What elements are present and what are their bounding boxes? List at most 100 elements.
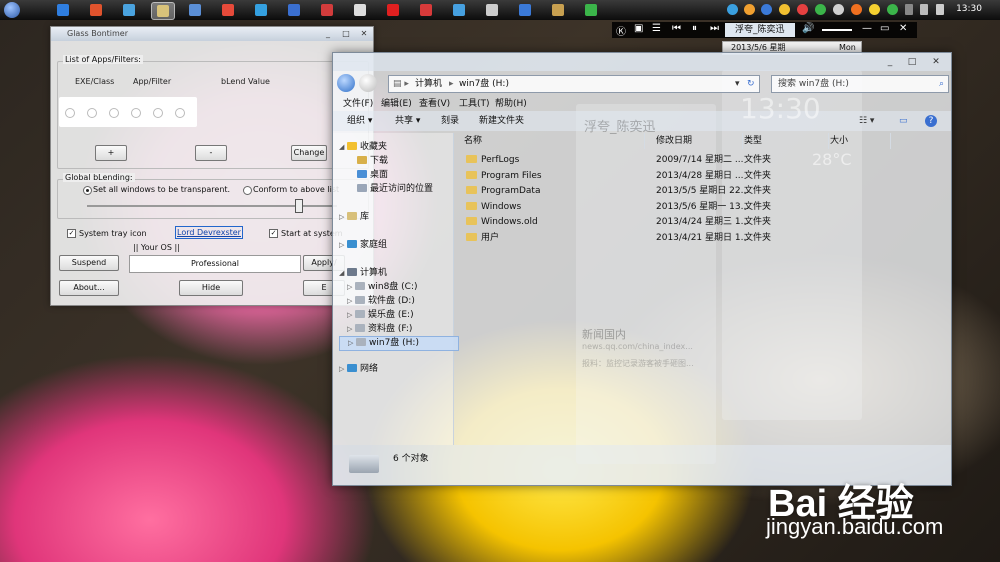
player-logo-icon[interactable]: Ⓚ bbox=[616, 23, 626, 38]
tray-qq-icon[interactable] bbox=[727, 4, 738, 15]
start-button[interactable] bbox=[4, 2, 20, 18]
taskbar-app-explorer[interactable] bbox=[151, 2, 175, 20]
col-blend-value[interactable]: bLend Value bbox=[221, 77, 270, 86]
tray-gear-icon[interactable] bbox=[833, 4, 844, 15]
nav-homegroup[interactable]: ▷ 家庭组 bbox=[339, 239, 387, 252]
hide-button[interactable]: Hide bbox=[179, 280, 243, 296]
clock[interactable]: 13:30 bbox=[956, 4, 982, 14]
tray-green-icon[interactable] bbox=[815, 4, 826, 15]
about-button[interactable]: About... bbox=[59, 280, 119, 296]
col-size[interactable]: 大小 bbox=[830, 133, 891, 149]
maximize-icon[interactable]: □ bbox=[903, 56, 921, 68]
blend-slider-thumb[interactable] bbox=[295, 199, 303, 213]
author-link[interactable]: Lord Devrexster bbox=[175, 226, 243, 239]
flag-icon[interactable] bbox=[905, 4, 913, 15]
radio-conform-list[interactable] bbox=[243, 186, 252, 195]
nav-libraries[interactable]: ▷ 库 bbox=[339, 211, 369, 224]
table-row[interactable]: Windows 2013/5/6 星期一 13... 文件夹 bbox=[454, 200, 854, 215]
table-row[interactable]: Program Files 2013/4/28 星期日 ... 文件夹 bbox=[454, 169, 854, 184]
playlist-icon[interactable]: ☰ bbox=[652, 23, 661, 34]
menu-file[interactable]: 文件(F) bbox=[343, 97, 373, 111]
new-folder-button[interactable]: 新建文件夹 bbox=[479, 111, 524, 131]
tray-icon-checkbox[interactable]: ✓ bbox=[67, 229, 76, 238]
remove-button[interactable]: - bbox=[195, 145, 227, 161]
nav-drive-h[interactable]: ▷ win7盘 (H:) bbox=[339, 336, 459, 351]
taskbar-app-pdf[interactable] bbox=[415, 2, 437, 18]
menu-view[interactable]: 查看(V) bbox=[419, 97, 450, 111]
col-date[interactable]: 修改日期 bbox=[656, 133, 743, 149]
chevron-right-icon[interactable]: ▸ bbox=[449, 76, 454, 92]
menu-edit[interactable]: 编辑(E) bbox=[381, 97, 412, 111]
nav-desktop[interactable]: 桌面 bbox=[357, 169, 388, 182]
tray-browser-icon[interactable] bbox=[761, 4, 772, 15]
minimize-icon[interactable]: _ bbox=[881, 56, 899, 68]
tray-orange-icon[interactable] bbox=[851, 4, 862, 15]
pause-icon[interactable]: ⏸ bbox=[692, 23, 697, 34]
col-app-filter[interactable]: App/Filter bbox=[133, 77, 171, 86]
taskbar-app-ball[interactable] bbox=[184, 2, 206, 18]
taskbar-app-chrome[interactable] bbox=[217, 2, 239, 18]
tray-plus-icon[interactable] bbox=[869, 4, 880, 15]
taskbar-app-tool-red[interactable] bbox=[316, 2, 338, 18]
preview-pane-icon[interactable]: ▭ bbox=[899, 111, 908, 131]
volume-icon[interactable] bbox=[936, 4, 944, 15]
taskbar-app-office[interactable] bbox=[85, 2, 107, 18]
close-icon[interactable]: ✕ bbox=[357, 29, 371, 39]
back-icon[interactable] bbox=[337, 74, 355, 92]
minimize-icon[interactable]: — bbox=[862, 23, 872, 34]
song-title[interactable]: 浮夸_陈奕迅 bbox=[725, 23, 795, 37]
nav-network[interactable]: ▷ 网络 bbox=[339, 363, 378, 376]
taskbar-app-picture[interactable] bbox=[547, 2, 569, 18]
help-icon[interactable]: ? bbox=[925, 115, 937, 127]
nav-favorites[interactable]: ◢ 收藏夹 bbox=[339, 141, 387, 154]
next-icon[interactable]: ⏭ bbox=[710, 23, 719, 34]
burn-button[interactable]: 刻录 bbox=[441, 111, 459, 131]
chevron-down-icon[interactable]: ▾ bbox=[735, 76, 740, 92]
start-system-checkbox[interactable]: ✓ bbox=[269, 229, 278, 238]
nav-downloads[interactable]: 下载 bbox=[357, 155, 388, 168]
taskbar-app-display[interactable] bbox=[118, 2, 140, 18]
speaker-icon[interactable]: 🔊 bbox=[802, 23, 814, 34]
address-computer[interactable]: 计算机 bbox=[415, 76, 442, 92]
table-row[interactable]: Windows.old 2013/4/24 星期三 1... 文件夹 bbox=[454, 215, 854, 230]
change-button[interactable]: Change bbox=[291, 145, 327, 161]
taskbar-app-arrow-red[interactable] bbox=[382, 2, 404, 18]
forward-icon[interactable] bbox=[359, 74, 377, 92]
view-options-icon[interactable]: ☷ ▾ bbox=[859, 111, 874, 131]
organize-button[interactable]: 组织 ▾ bbox=[347, 111, 372, 131]
menu-help[interactable]: 帮助(H) bbox=[495, 97, 527, 111]
tray-360-icon[interactable] bbox=[887, 4, 898, 15]
close-icon[interactable]: ✕ bbox=[927, 56, 945, 68]
previous-icon[interactable]: ⏮ bbox=[672, 23, 681, 34]
share-button[interactable]: 共享 ▾ bbox=[395, 111, 420, 131]
minimize-icon[interactable]: _ bbox=[321, 29, 335, 39]
col-exe-class[interactable]: EXE/Class bbox=[75, 77, 114, 86]
col-type[interactable]: 类型 bbox=[744, 133, 829, 149]
refresh-icon[interactable]: ↻ bbox=[747, 76, 755, 92]
radio-all-transparent[interactable] bbox=[83, 186, 92, 195]
taskbar-app-wrench[interactable] bbox=[481, 2, 503, 18]
nav-computer[interactable]: ◢ 计算机 bbox=[339, 267, 387, 280]
nav-drive-c[interactable]: ▷ win8盘 (C:) bbox=[347, 281, 418, 294]
volume-slider[interactable] bbox=[822, 29, 852, 31]
taskbar-app-blue-app[interactable] bbox=[514, 2, 536, 18]
table-row[interactable]: PerfLogs 2009/7/14 星期二 ... 文件夹 bbox=[454, 153, 854, 168]
table-row[interactable]: ProgramData 2013/5/5 星期日 22... 文件夹 bbox=[454, 184, 854, 199]
tray-star-icon[interactable] bbox=[779, 4, 790, 15]
close-icon[interactable]: ✕ bbox=[899, 23, 907, 34]
nav-recent[interactable]: 最近访问的位置 bbox=[357, 183, 433, 196]
nav-drive-e[interactable]: ▷ 娱乐盘 (E:) bbox=[347, 309, 414, 322]
nav-drive-f[interactable]: ▷ 资料盘 (F:) bbox=[347, 323, 412, 336]
col-name[interactable]: 名称 bbox=[464, 133, 645, 149]
taskbar-app-qq[interactable] bbox=[250, 2, 272, 18]
search-input[interactable]: 搜索 win7盘 (H:) ⌕ bbox=[771, 75, 949, 93]
taskbar-app-circle[interactable] bbox=[448, 2, 470, 18]
taskbar-app-vector[interactable] bbox=[283, 2, 305, 18]
suspend-button[interactable]: Suspend bbox=[59, 255, 119, 271]
maximize-icon[interactable]: □ bbox=[339, 29, 353, 39]
search-icon[interactable]: ⌕ bbox=[939, 76, 944, 92]
tray-app-icon[interactable] bbox=[744, 4, 755, 15]
menu-tools[interactable]: 工具(T) bbox=[459, 97, 490, 111]
address-drive[interactable]: win7盘 (H:) bbox=[459, 76, 509, 92]
network-icon[interactable] bbox=[920, 4, 928, 15]
